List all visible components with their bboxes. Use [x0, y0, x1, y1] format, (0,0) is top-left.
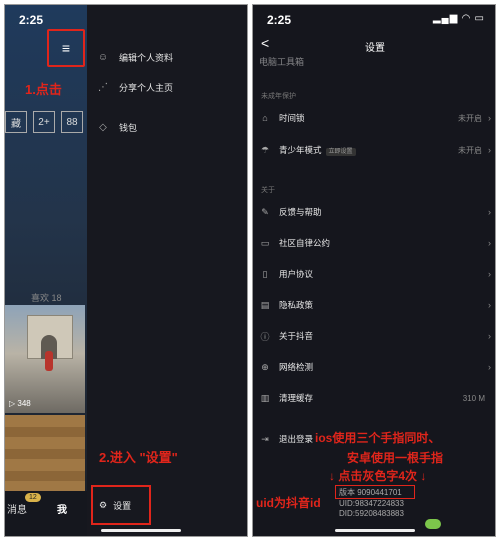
settings-button[interactable]: ⚙ 设置: [91, 485, 151, 525]
row-label: 隐私政策: [279, 300, 314, 310]
lock-icon: ⌂: [262, 113, 268, 123]
trash-icon: ▥: [260, 392, 270, 403]
home-indicator: [335, 529, 415, 532]
logout-label: 退出登录: [279, 434, 314, 444]
person-figure: [45, 351, 53, 371]
hamburger-icon: ≡: [61, 40, 71, 56]
menu-button[interactable]: ≡: [47, 29, 85, 67]
feedback-icon: ✎: [261, 206, 269, 217]
document-icon: ▭: [260, 237, 270, 248]
annotation-step-2: 2.进入 "设置": [99, 450, 178, 465]
annotation-tap: ↓ 点击灰色字4次 ↓: [329, 469, 427, 483]
drawer-item-label: 分享个人主页: [119, 83, 174, 93]
row-about-douyin[interactable]: ⓘ 关于抖音 ›: [259, 325, 491, 347]
annotation-android: 安卓使用一根手指: [347, 451, 444, 465]
drawer-item-share[interactable]: ⋰ 分享个人主页: [97, 81, 173, 94]
cache-size: 310 M: [462, 393, 485, 403]
row-teen-mode[interactable]: ☂ 青少年模式 立即设置 未开启 ›: [259, 139, 491, 161]
chevron-right-icon: ›: [488, 238, 491, 248]
drawer-item-label: 编辑个人资料: [119, 53, 174, 63]
annotation-step-1: 1.点击: [25, 82, 62, 97]
nav-messages[interactable]: 消息: [7, 501, 27, 516]
gear-icon: ⚙: [99, 499, 108, 510]
row-label: 清理缓存: [279, 393, 314, 403]
row-value: 未开启: [458, 113, 482, 123]
row-label: 用户协议: [279, 269, 314, 279]
row-community[interactable]: ▭ 社区自律公约 ›: [259, 232, 491, 254]
chevron-right-icon: ›: [488, 331, 491, 341]
row-label: 关于抖音: [279, 331, 314, 341]
version-text[interactable]: 版本 9090441701: [339, 487, 402, 498]
row-label: 青少年模式 立即设置: [279, 144, 458, 156]
share-icon: ⋰: [98, 82, 108, 93]
network-icon: ⊕: [261, 361, 269, 372]
logout-button[interactable]: ⇥ 退出登录: [259, 428, 319, 450]
right-phone: 2:25 ▂▄▆ ◠ ▭ < 设置 电脑工具箱 未成年保护 ⌂ 时间锁 未开启 …: [252, 4, 496, 537]
row-user-agreement[interactable]: ▯ 用户协议 ›: [259, 263, 491, 285]
favorites-icon[interactable]: 藏: [5, 111, 27, 133]
wallet-icon: ◇: [99, 122, 107, 133]
uid-text[interactable]: UID:98347224833: [339, 499, 404, 508]
row-label: 网络检测: [279, 362, 314, 372]
profile-action-icons: 藏 2+ 88: [5, 111, 83, 133]
annotation-uid: uid为抖音id: [256, 496, 321, 510]
play-count: ▷ 348: [9, 399, 31, 408]
chevron-right-icon: ›: [488, 300, 491, 310]
watermark-dot: [425, 519, 441, 529]
row-time-lock[interactable]: ⌂ 时间锁 未开启 ›: [259, 107, 491, 129]
page-title: 设置: [365, 43, 385, 54]
setup-badge: 立即设置: [325, 148, 356, 156]
edit-profile-icon: ☺: [97, 52, 109, 63]
row-label: 时间锁: [279, 113, 305, 123]
row-label: 社区自律公约: [279, 238, 331, 248]
row-network-check[interactable]: ⊕ 网络检测 ›: [259, 356, 491, 378]
row-label: 反馈与帮助: [279, 207, 322, 217]
chevron-right-icon: ›: [488, 207, 491, 217]
section-minor-protection: 未成年保护: [261, 93, 296, 100]
book-icon: ▯: [262, 268, 268, 279]
nav-me[interactable]: 我: [57, 501, 67, 516]
messages-badge: 12: [25, 493, 41, 502]
privacy-icon: ▤: [260, 299, 270, 310]
status-time: 2:25: [19, 13, 44, 27]
drawer-item-wallet[interactable]: ◇ 钱包: [97, 121, 137, 134]
info-icon: ⓘ: [260, 331, 270, 342]
grid-icon[interactable]: 88: [61, 111, 83, 133]
status-icons: ▂▄▆ ◠ ▭: [432, 13, 485, 24]
section-about: 关于: [261, 187, 275, 194]
drawer-item-edit-profile[interactable]: ☺ 编辑个人资料: [97, 51, 173, 64]
logout-icon: ⇥: [261, 433, 269, 444]
row-clear-cache[interactable]: ▥ 清理缓存 310 M: [259, 387, 491, 409]
left-phone: 2:25 ▂▄▆ ◠ ▭ ≡ 1.点击 藏 2+ 88 喜欢 18 ▷ 348 …: [4, 4, 248, 537]
chevron-right-icon: ›: [488, 113, 491, 123]
side-drawer: ☺ 编辑个人资料 ⋰ 分享个人主页 ◇ 钱包 2.进入 "设置" ⚙ 设置: [87, 5, 247, 536]
home-indicator: [101, 529, 181, 532]
status-time: 2:25: [267, 13, 292, 27]
row-value: 未开启: [458, 145, 482, 155]
settings-header: < 设置: [253, 29, 495, 57]
chevron-right-icon: ›: [488, 145, 491, 155]
row-privacy[interactable]: ▤ 隐私政策 ›: [259, 294, 491, 316]
row-feedback[interactable]: ✎ 反馈与帮助 ›: [259, 201, 491, 223]
chevron-right-icon: ›: [488, 362, 491, 372]
clipped-row[interactable]: 电脑工具箱: [259, 55, 304, 68]
did-text[interactable]: DID:59208483883: [339, 509, 404, 518]
screenshot-canvas: 2:25 ▂▄▆ ◠ ▭ ≡ 1.点击 藏 2+ 88 喜欢 18 ▷ 348 …: [0, 0, 500, 541]
video-thumbnail-2[interactable]: [5, 415, 85, 491]
likes-count[interactable]: 喜欢 18: [31, 291, 62, 304]
settings-label: 设置: [113, 500, 132, 511]
chevron-right-icon: ›: [488, 269, 491, 279]
umbrella-icon: ☂: [260, 144, 270, 155]
drawer-item-label: 钱包: [119, 123, 138, 133]
add-friend-icon[interactable]: 2+: [33, 111, 55, 133]
annotation-ios: ios使用三个手指同时、: [315, 431, 441, 445]
